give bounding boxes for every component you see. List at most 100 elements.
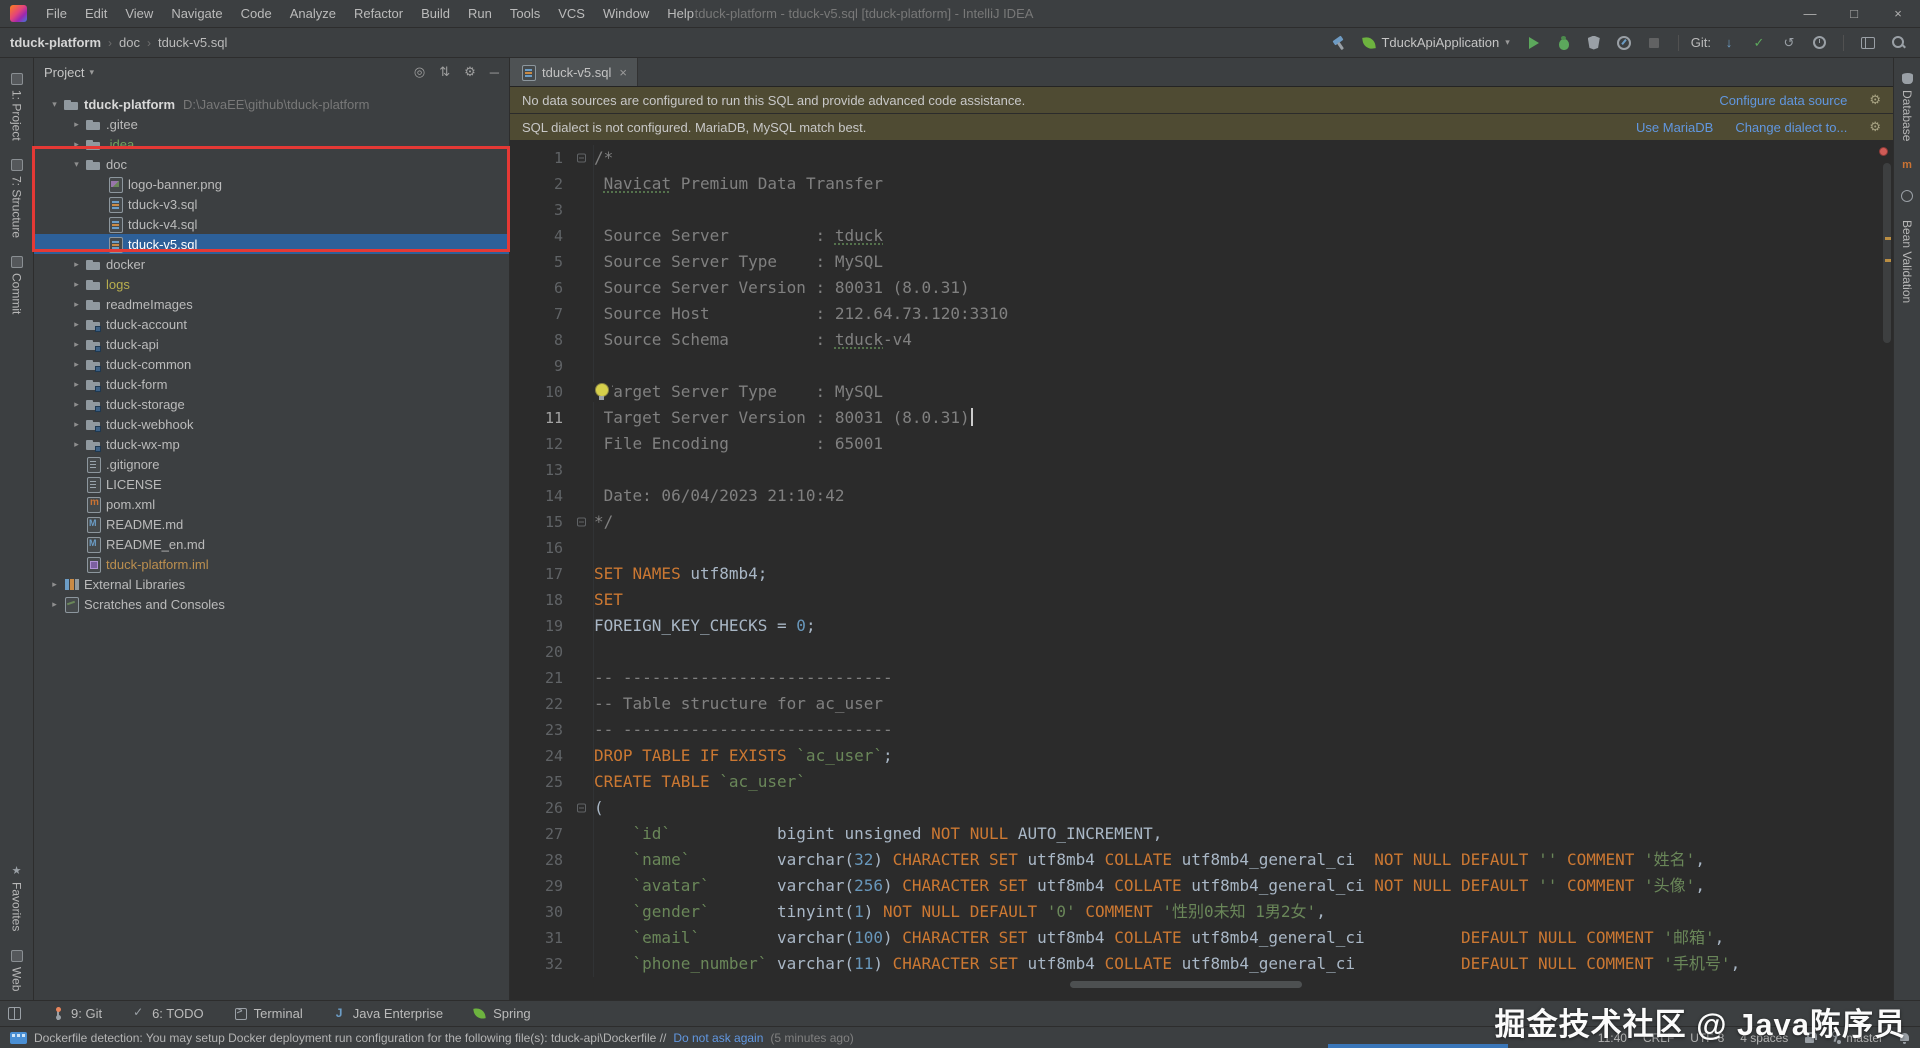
gutter-line-31[interactable]: 31 <box>510 925 594 951</box>
tree-expand-arrow[interactable]: ▾ <box>46 99 63 110</box>
gutter-line-9[interactable]: 9 <box>510 353 594 379</box>
do-not-ask-again-link[interactable]: Do not ask again <box>673 1031 763 1045</box>
code-line-30[interactable]: 30 `gender` tinyint(1) NOT NULL DEFAULT … <box>510 899 1893 925</box>
tree-item-tduck-api[interactable]: ▸tduck-api <box>34 334 509 354</box>
tree-item-docker[interactable]: ▸docker <box>34 254 509 274</box>
menu-navigate[interactable]: Navigate <box>162 0 231 27</box>
tree-item-pom-xml[interactable]: pom.xml <box>34 494 509 514</box>
code-line-18[interactable]: 18SET <box>510 587 1893 613</box>
menu-view[interactable]: View <box>116 0 162 27</box>
structure-tool-button[interactable]: 7: Structure <box>10 150 24 247</box>
tool-window-switcher-icon[interactable] <box>8 1007 21 1020</box>
menu-run[interactable]: Run <box>459 0 501 27</box>
tree-expand-arrow[interactable]: ▸ <box>46 599 63 610</box>
menu-window[interactable]: Window <box>594 0 658 27</box>
menu-tools[interactable]: Tools <box>501 0 549 27</box>
menu-edit[interactable]: Edit <box>76 0 116 27</box>
profiler-button[interactable] <box>1612 32 1636 54</box>
tree-expand-arrow[interactable]: ▾ <box>68 159 85 170</box>
fold-marker-icon[interactable] <box>577 518 586 527</box>
gutter-line-15[interactable]: 15 <box>510 509 594 535</box>
tree-item-tduck-storage[interactable]: ▸tduck-storage <box>34 394 509 414</box>
tree-item-idea[interactable]: ▸.idea <box>34 134 509 154</box>
menu-code[interactable]: Code <box>232 0 281 27</box>
menu-refactor[interactable]: Refactor <box>345 0 412 27</box>
gutter-line-4[interactable]: 4 <box>510 223 594 249</box>
code-line-13[interactable]: 13 <box>510 457 1893 483</box>
gutter-line-22[interactable]: 22 <box>510 691 594 717</box>
code-line-23[interactable]: 23-- ---------------------------- <box>510 717 1893 743</box>
gutter-line-10[interactable]: 10 <box>510 379 594 405</box>
tree-item-logs[interactable]: ▸logs <box>34 274 509 294</box>
run-button[interactable] <box>1522 32 1546 54</box>
code-line-2[interactable]: 2 Navicat Premium Data Transfer <box>510 171 1893 197</box>
code-line-5[interactable]: 5 Source Server Type : MySQL <box>510 249 1893 275</box>
code-line-15[interactable]: 15*/ <box>510 509 1893 535</box>
run-config-selector[interactable]: TduckApiApplication ▾ <box>1357 33 1515 52</box>
error-stripe-mark[interactable] <box>1885 259 1891 262</box>
tree-expand-arrow[interactable]: ▸ <box>68 259 85 270</box>
search-everywhere-button[interactable] <box>1886 32 1910 54</box>
code-line-28[interactable]: 28 `name` varchar(32) CHARACTER SET utf8… <box>510 847 1893 873</box>
tree-item-tduck-v5-sql[interactable]: tduck-v5.sql <box>34 234 509 254</box>
spring-tool-button[interactable]: Spring <box>473 1006 531 1021</box>
gutter-line-6[interactable]: 6 <box>510 275 594 301</box>
code-line-19[interactable]: 19FOREIGN_KEY_CHECKS = 0; <box>510 613 1893 639</box>
tree-item-tduck-common[interactable]: ▸tduck-common <box>34 354 509 374</box>
coverage-button[interactable] <box>1582 32 1606 54</box>
tree-expand-arrow[interactable]: ▸ <box>68 379 85 390</box>
git-update-button[interactable]: ↓ <box>1717 32 1741 54</box>
git-commit-button[interactable]: ✓ <box>1747 32 1771 54</box>
tree-item-readme-md[interactable]: README.md <box>34 514 509 534</box>
gutter-line-1[interactable]: 1 <box>510 145 594 171</box>
tree-expand-arrow[interactable]: ▸ <box>68 279 85 290</box>
code-line-20[interactable]: 20 <box>510 639 1893 665</box>
code-line-9[interactable]: 9 <box>510 353 1893 379</box>
tree-item-license[interactable]: LICENSE <box>34 474 509 494</box>
code-line-25[interactable]: 25CREATE TABLE `ac_user` <box>510 769 1893 795</box>
git-history-button[interactable] <box>1807 32 1831 54</box>
tree-item-gitee[interactable]: ▸.gitee <box>34 114 509 134</box>
fold-marker-icon[interactable] <box>577 804 586 813</box>
tree-item-external-libraries[interactable]: ▸External Libraries <box>34 574 509 594</box>
gutter-line-17[interactable]: 17 <box>510 561 594 587</box>
tree-item-tduck-platform[interactable]: ▾tduck-platformD:\JavaEE\github\tduck-pl… <box>34 94 509 114</box>
menu-file[interactable]: File <box>37 0 76 27</box>
gutter-line-20[interactable]: 20 <box>510 639 594 665</box>
code-editor[interactable]: 1/*2 Navicat Premium Data Transfer34 Sou… <box>510 141 1893 1000</box>
tree-expand-arrow[interactable]: ▸ <box>68 419 85 430</box>
tree-item-readme-en-md[interactable]: README_en.md <box>34 534 509 554</box>
breadcrumb-tduck-platform[interactable]: tduck-platform <box>10 35 101 50</box>
gutter-line-2[interactable]: 2 <box>510 171 594 197</box>
intention-bulb-icon[interactable] <box>592 382 612 402</box>
tree-item-doc[interactable]: ▾doc <box>34 154 509 174</box>
maven-tool-button[interactable]: m <box>1901 150 1914 181</box>
terminal-tool-button[interactable]: Terminal <box>234 1006 303 1021</box>
tree-expand-arrow[interactable]: ▸ <box>68 439 85 450</box>
gutter-line-21[interactable]: 21 <box>510 665 594 691</box>
gutter-line-29[interactable]: 29 <box>510 873 594 899</box>
hide-panel-button[interactable]: ─ <box>490 65 499 80</box>
6-todo-tool-button[interactable]: 6: TODO <box>132 1006 204 1021</box>
menu-vcs[interactable]: VCS <box>549 0 594 27</box>
gutter-line-30[interactable]: 30 <box>510 899 594 925</box>
code-line-3[interactable]: 3 <box>510 197 1893 223</box>
web-tool-button[interactable]: Web <box>10 941 24 1000</box>
tree-item-tduck-form[interactable]: ▸tduck-form <box>34 374 509 394</box>
git-rollback-button[interactable]: ↺ <box>1777 32 1801 54</box>
gutter-line-27[interactable]: 27 <box>510 821 594 847</box>
tree-item-tduck-webhook[interactable]: ▸tduck-webhook <box>34 414 509 434</box>
vertical-scrollbar[interactable] <box>1883 163 1891 343</box>
code-line-6[interactable]: 6 Source Server Version : 80031 (8.0.31) <box>510 275 1893 301</box>
error-stripe-mark[interactable] <box>1885 237 1891 240</box>
gutter-line-28[interactable]: 28 <box>510 847 594 873</box>
tree-item-readmeimages[interactable]: ▸readmeImages <box>34 294 509 314</box>
gutter-line-14[interactable]: 14 <box>510 483 594 509</box>
gutter-line-24[interactable]: 24 <box>510 743 594 769</box>
tree-item-logo-banner-png[interactable]: logo-banner.png <box>34 174 509 194</box>
locate-file-button[interactable]: ◎ <box>414 64 425 80</box>
project-tool-button[interactable]: 1: Project <box>10 64 24 150</box>
tree-expand-arrow[interactable]: ▸ <box>68 119 85 130</box>
commit-tool-button[interactable]: Commit <box>10 247 24 323</box>
gutter-line-12[interactable]: 12 <box>510 431 594 457</box>
